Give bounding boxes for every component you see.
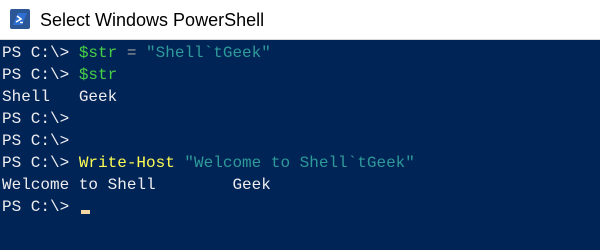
text-cursor [80, 210, 90, 214]
powershell-icon[interactable] [10, 9, 30, 29]
prompt: PS C:\> [2, 154, 79, 172]
prompt: PS C:\> [2, 198, 79, 216]
console-line-3: Shell Geek [2, 86, 600, 108]
command-token: Write-Host [78, 154, 175, 172]
console-line-6: PS C:\> Write-Host "Welcome to Shell`tGe… [2, 152, 600, 174]
console-line-4: PS C:\> [2, 108, 600, 130]
console-line-5: PS C:\> [2, 130, 600, 152]
prompt: PS C:\> [2, 44, 79, 62]
output-text: Welcome to Shell Geek [2, 176, 271, 194]
string-token: "Shell`tGeek" [146, 44, 271, 62]
string-token: "Welcome to Shell`tGeek" [174, 154, 415, 172]
output-text: Shell Geek [2, 88, 118, 106]
prompt: PS C:\> [2, 110, 79, 128]
operator-token: = [117, 44, 147, 62]
window-title: Select Windows PowerShell [40, 10, 265, 30]
prompt: PS C:\> [2, 66, 79, 84]
title-bar[interactable]: Select Windows PowerShell [0, 0, 600, 40]
prompt: PS C:\> [2, 132, 79, 150]
console-line-1: PS C:\> $str = "Shell`tGeek" [2, 42, 600, 64]
console-area[interactable]: PS C:\> $str = "Shell`tGeek" PS C:\> $st… [0, 40, 600, 250]
console-line-7: Welcome to Shell Geek [2, 174, 600, 196]
variable-token: $str [78, 66, 118, 84]
console-line-2: PS C:\> $str [2, 64, 600, 86]
variable-token: $str [78, 44, 118, 62]
console-line-8[interactable]: PS C:\> [2, 196, 600, 218]
